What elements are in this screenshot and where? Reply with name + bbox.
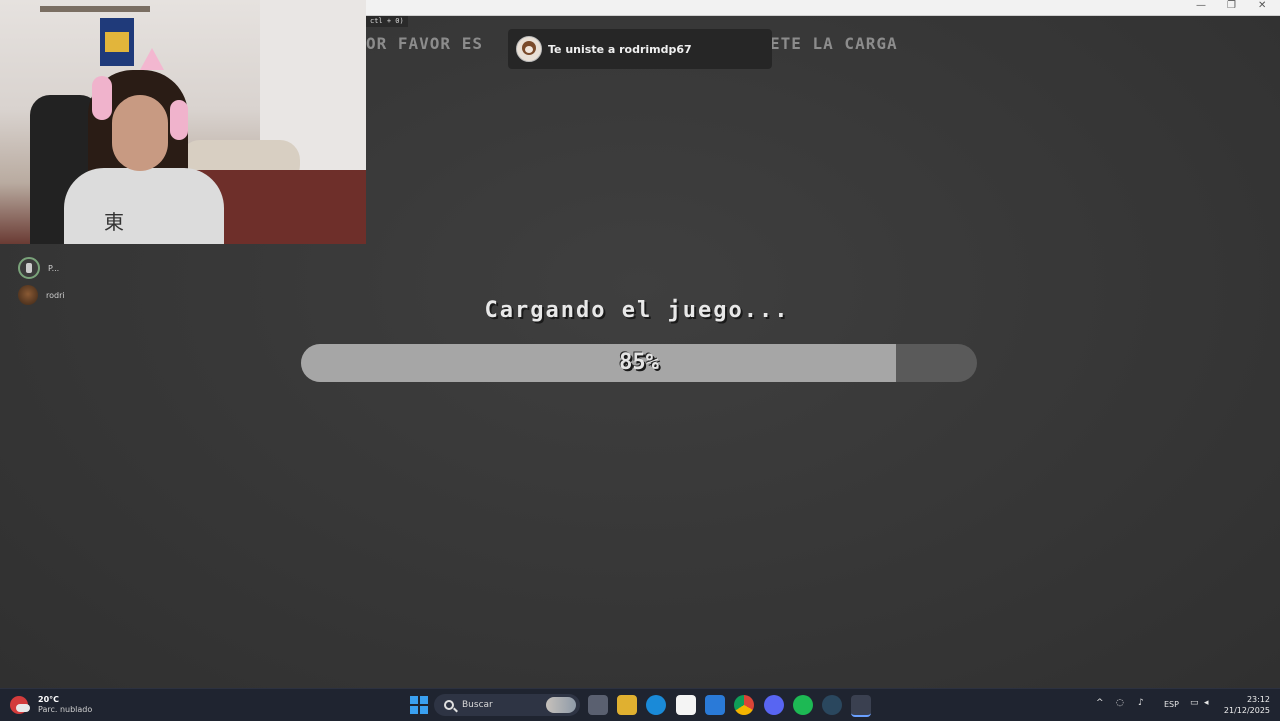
- participant-name: P...: [48, 263, 60, 273]
- minimize-button[interactable]: —: [1196, 0, 1206, 15]
- banner-right-text: ETE LA CARGA: [770, 34, 898, 53]
- clock[interactable]: 23:12 21/12/2025: [1224, 694, 1270, 716]
- steam-icon[interactable]: [822, 695, 842, 715]
- volume-icon[interactable]: ◂: [1204, 698, 1209, 708]
- join-notification-text: Te uniste a rodrimdp67: [548, 42, 692, 56]
- cam-person-shirt: [64, 168, 224, 244]
- loading-title: Cargando el juego...: [484, 298, 790, 323]
- taskbar-search[interactable]: Buscar: [434, 694, 580, 716]
- restore-button[interactable]: ❐: [1227, 0, 1236, 15]
- weather-widget[interactable]: 20°C Parc. nublado: [10, 694, 92, 716]
- store-icon[interactable]: [676, 695, 696, 715]
- display-icon[interactable]: ▭: [1190, 698, 1199, 708]
- banner-left-text: OR FAVOR ES: [366, 34, 483, 53]
- cat-ear: [140, 48, 164, 70]
- shortcut-hint: ctl + 0): [366, 16, 408, 27]
- progress-percent: 85%: [619, 350, 659, 375]
- start-icon[interactable]: [409, 695, 429, 715]
- search-label: Buscar: [462, 700, 493, 710]
- network-icon[interactable]: ◌: [1116, 698, 1124, 708]
- weather-icon: [10, 696, 30, 714]
- cam-person-face: [112, 95, 168, 171]
- task-view-icon[interactable]: [588, 695, 608, 715]
- participant-1[interactable]: P...: [18, 257, 59, 279]
- close-button[interactable]: ✕: [1258, 0, 1266, 15]
- edge-icon[interactable]: [646, 695, 666, 715]
- join-notification: Te uniste a rodrimdp67: [508, 29, 772, 69]
- cam-shelf: [40, 6, 150, 12]
- cam-poster: [100, 18, 134, 66]
- search-highlight-icon: [546, 697, 576, 713]
- discord-icon[interactable]: [764, 695, 784, 715]
- weather-text: 20°C Parc. nublado: [34, 695, 92, 715]
- roblox-avatar-icon: [516, 36, 542, 62]
- weather-temp: 20°C: [38, 695, 60, 704]
- webcam-overlay: 東: [0, 0, 366, 244]
- search-icon: [444, 700, 454, 710]
- chevron-up-icon[interactable]: ^: [1096, 698, 1104, 708]
- clock-time: 23:12: [1246, 695, 1270, 704]
- spotify-icon[interactable]: [793, 695, 813, 715]
- file-explorer-icon[interactable]: [617, 695, 637, 715]
- shirt-print: 東: [104, 210, 124, 234]
- roblox-icon[interactable]: [851, 695, 871, 717]
- mic-icon[interactable]: ♪: [1138, 698, 1144, 708]
- window-titlebar: [366, 0, 1280, 16]
- weather-condition: Parc. nublado: [38, 705, 93, 714]
- mic-avatar-icon: [18, 257, 40, 279]
- outlook-icon[interactable]: [705, 695, 725, 715]
- taskbar: 20°C Parc. nublado Buscar ^ ◌ ♪ ESP ▭ ◂ …: [0, 688, 1280, 721]
- headset-left: [92, 76, 112, 120]
- headset-right: [170, 100, 188, 140]
- language-indicator[interactable]: ESP: [1164, 700, 1179, 709]
- chrome-icon[interactable]: [734, 695, 754, 715]
- clock-date: 21/12/2025: [1223, 706, 1270, 715]
